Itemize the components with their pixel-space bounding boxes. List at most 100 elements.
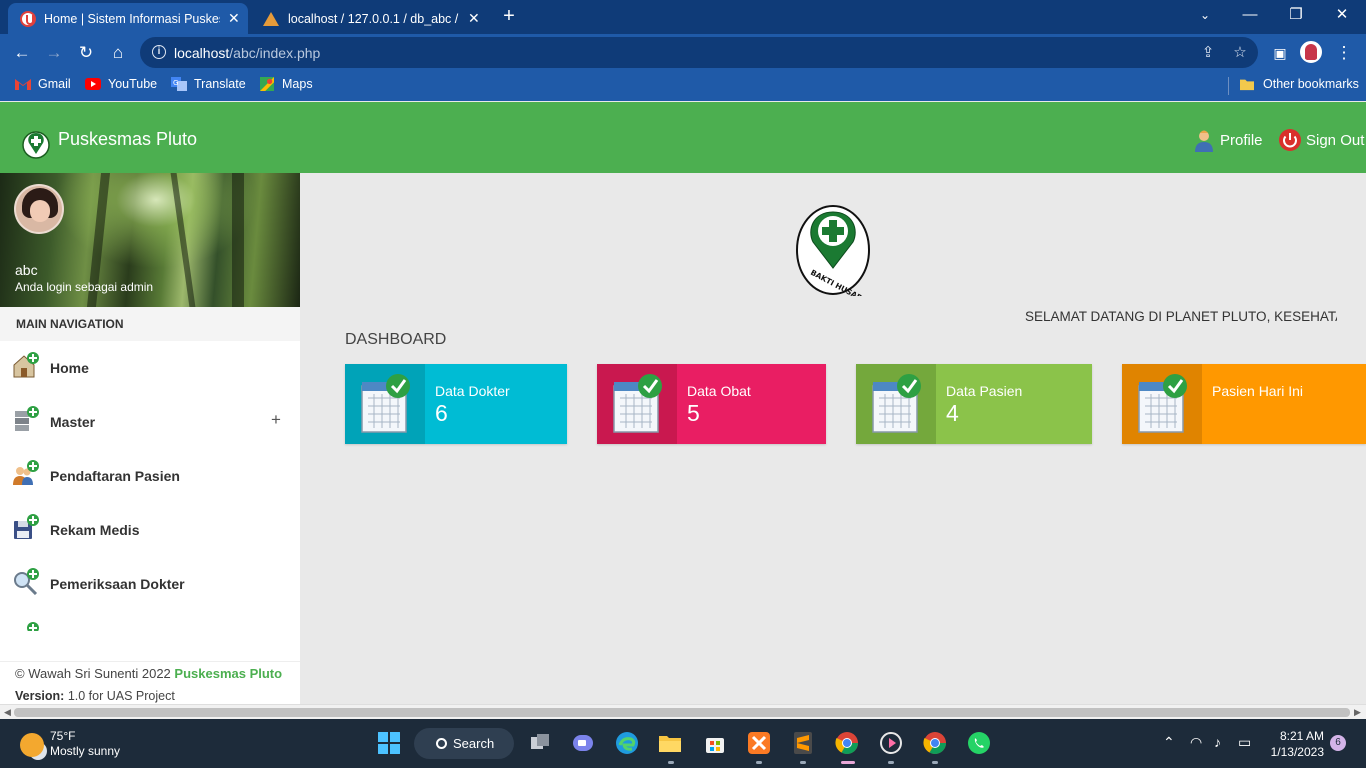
address-bar[interactable]: i localhost/abc/index.php ⇪ ☆ [140, 37, 1258, 68]
file-explorer-icon[interactable] [658, 731, 682, 755]
bookmark-translate[interactable]: G Translate [171, 77, 246, 91]
home-button[interactable]: ⌂ [106, 41, 130, 65]
info-box-data-dokter[interactable]: Data Dokter 6 [345, 364, 567, 444]
sidebar-item-label: Home [50, 360, 89, 376]
menu-kebab-icon[interactable]: ⋮ [1332, 41, 1356, 65]
weather-sun-icon [20, 733, 44, 757]
tray-chevron-up-icon[interactable]: ⌃ [1163, 734, 1175, 751]
info-box-data-pasien[interactable]: Data Pasien 4 [856, 364, 1092, 444]
wifi-icon[interactable]: ◠ [1190, 734, 1202, 751]
sidebar-item-pemeriksaan-dokter[interactable]: Pemeriksaan Dokter [0, 557, 300, 611]
xampp-icon[interactable] [747, 731, 771, 755]
sidebar-item-rekam-medis[interactable]: Rekam Medis [0, 503, 300, 557]
notification-badge[interactable]: 6 [1330, 735, 1346, 751]
calendar-check-icon [613, 374, 662, 433]
profile-link[interactable]: Profile [1192, 128, 1263, 152]
tab-phpmyadmin[interactable]: localhost / 127.0.0.1 / db_abc / tbl ✕ [250, 3, 490, 34]
taskbar-search[interactable]: Search [414, 728, 514, 759]
search-label: Search [453, 736, 495, 751]
expand-plus-icon[interactable]: + [271, 410, 281, 430]
media-player-icon[interactable] [879, 731, 903, 755]
horizontal-scrollbar[interactable]: ◀ ▶ [0, 704, 1366, 719]
windows-start-icon[interactable] [377, 731, 401, 755]
forward-button[interactable]: → [42, 41, 66, 65]
windows-taskbar: 75°F Mostly sunny Search ⌃ ◠ ♪ ▭ 8:21 AM… [0, 719, 1366, 768]
floppy-add-icon [14, 514, 39, 539]
restore-button[interactable]: ❐ [1273, 0, 1319, 32]
running-indicator [668, 761, 674, 764]
calendar-check-icon [361, 374, 410, 433]
bookmark-maps[interactable]: Maps [259, 77, 313, 91]
info-box-icon-area [856, 364, 936, 444]
server-add-icon [15, 406, 39, 431]
new-tab-button[interactable]: + [498, 5, 520, 27]
app-brand-name[interactable]: Puskesmas Pluto [58, 129, 197, 150]
store-icon[interactable] [703, 731, 727, 755]
info-box-label: Pasien Hari Ini [1212, 383, 1304, 399]
tab-title: localhost / 127.0.0.1 / db_abc / tbl [288, 11, 460, 26]
svg-text:G: G [173, 79, 178, 87]
sidebar-item-master[interactable]: Master + [0, 395, 300, 449]
taskbar-clock[interactable]: 8:21 AM 1/13/2023 [1268, 728, 1324, 760]
main-content: BAKTI HUSADA SELAMAT DATANG DI PLANET PL… [300, 173, 1366, 704]
users-add-icon [13, 460, 39, 485]
battery-icon[interactable]: ▭ [1238, 734, 1251, 751]
sublime-text-icon[interactable] [791, 731, 815, 755]
sidebar-item-label: Master [50, 414, 96, 430]
user-name: abc [15, 262, 38, 278]
info-box-data-obat[interactable]: Data Obat 5 [597, 364, 826, 444]
bookmark-youtube[interactable]: YouTube [85, 77, 157, 91]
info-box-value: 5 [687, 400, 700, 426]
other-bookmarks[interactable]: Other bookmarks [1240, 77, 1359, 91]
whatsapp-icon[interactable] [967, 731, 991, 755]
user-panel: abc Anda login sebagai admin [0, 173, 300, 307]
site-info-icon[interactable]: i [152, 45, 166, 59]
info-box-icon-area [597, 364, 677, 444]
bookmark-separator [1228, 77, 1229, 95]
search-icon [436, 738, 447, 749]
minimize-button[interactable]: — [1227, 0, 1273, 32]
close-icon[interactable]: ✕ [228, 10, 240, 27]
sidebar-item-partial[interactable] [0, 611, 300, 631]
info-box-icon-area [345, 364, 425, 444]
back-button[interactable]: ← [10, 41, 34, 65]
sidebar-item-home[interactable]: Home [0, 341, 300, 395]
tab-puskesmas-home[interactable]: Home | Sistem Informasi Puskesmas Pluto … [8, 3, 248, 34]
app-header: Puskesmas Pluto Profile Sign Out [0, 102, 1366, 173]
info-box-label: Data Dokter [435, 383, 510, 399]
sidebar-item-label: Pemeriksaan Dokter [50, 576, 185, 592]
bookmark-label: Maps [282, 77, 313, 91]
info-box-pasien-hari-ini[interactable]: Pasien Hari Ini [1122, 364, 1366, 444]
weather-widget[interactable]: 75°F Mostly sunny [20, 729, 120, 759]
tab-search-chevron-icon[interactable]: ⌄ [1182, 0, 1228, 32]
profile-avatar-icon[interactable] [1300, 41, 1322, 63]
chrome-icon[interactable] [835, 731, 859, 755]
volume-icon[interactable]: ♪ [1214, 734, 1221, 750]
user-avatar [14, 184, 64, 234]
scroll-right-icon[interactable]: ▶ [1354, 707, 1361, 718]
task-view-icon[interactable] [528, 731, 552, 755]
side-panel-icon[interactable]: ▣ [1268, 41, 1292, 65]
window-close-button[interactable]: ✕ [1319, 0, 1365, 32]
bamboo-decoration [232, 173, 244, 307]
site-favicon-icon [20, 10, 36, 27]
teams-chat-icon[interactable] [571, 731, 595, 755]
edge-icon[interactable] [615, 731, 639, 755]
bakti-husada-logo-icon[interactable] [22, 128, 50, 162]
sidebar-item-pendaftaran-pasien[interactable]: Pendaftaran Pasien [0, 449, 300, 503]
star-icon[interactable]: ☆ [1230, 43, 1250, 63]
footer-brand-link[interactable]: Puskesmas Pluto [174, 666, 282, 681]
search-add-icon [14, 568, 39, 595]
sign-out-link[interactable]: Sign Out [1278, 128, 1364, 152]
browser-tab-strip: Home | Sistem Informasi Puskesmas Pluto … [0, 0, 1366, 34]
copyright-owner: © Wawah Sri Sunenti 2022 [15, 666, 171, 681]
share-icon[interactable]: ⇪ [1198, 43, 1218, 63]
bookmark-gmail[interactable]: Gmail [15, 77, 71, 91]
scroll-left-icon[interactable]: ◀ [4, 707, 11, 718]
bookmark-label: Translate [194, 77, 246, 91]
chrome-profile-icon[interactable] [923, 731, 947, 755]
profile-label: Profile [1220, 131, 1263, 149]
scrollbar-thumb[interactable] [14, 708, 1350, 717]
reload-button[interactable]: ↻ [74, 41, 98, 65]
close-icon[interactable]: ✕ [468, 10, 480, 27]
